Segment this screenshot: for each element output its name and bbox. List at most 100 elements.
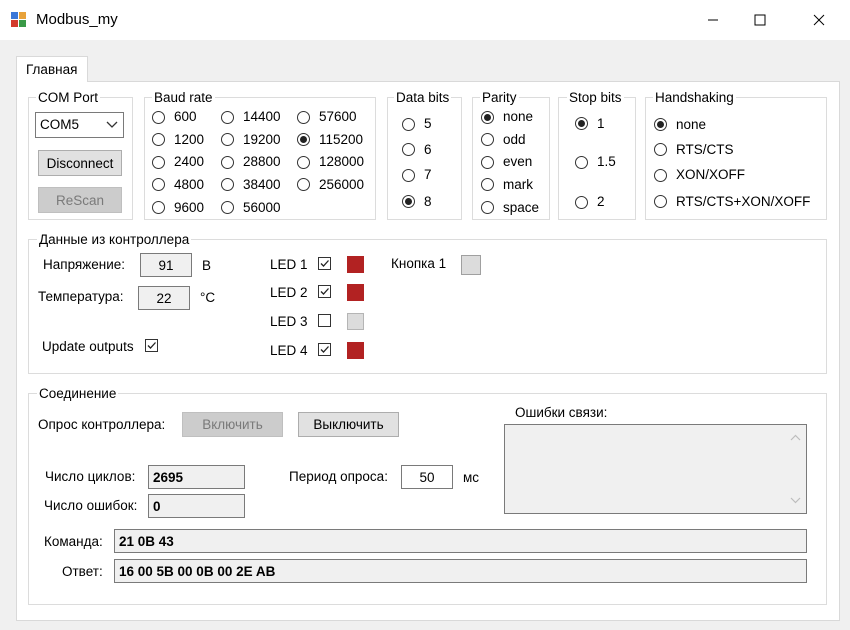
scroll-down-icon[interactable] <box>790 497 801 504</box>
checkmark-icon <box>320 346 329 353</box>
data-bits-radio-6[interactable] <box>402 143 415 156</box>
baud-rate-title: Baud rate <box>152 90 215 106</box>
maximize-button[interactable] <box>737 0 783 40</box>
com-port-title: COM Port <box>36 90 101 106</box>
baud-label-256000: 256000 <box>319 177 365 192</box>
baud-label-2400: 2400 <box>174 154 205 169</box>
baud-label-28800: 28800 <box>243 154 281 169</box>
data-bits-radio-5[interactable] <box>402 118 415 131</box>
chevron-down-icon <box>106 121 118 128</box>
errors-label: Ошибки связи: <box>515 405 608 420</box>
maximize-icon <box>754 14 766 26</box>
parity-label-odd: odd <box>503 132 526 147</box>
parity-radio-odd[interactable] <box>481 133 494 146</box>
led3-indicator <box>347 313 364 330</box>
parity-title: Parity <box>480 90 519 106</box>
led2-checkbox[interactable] <box>318 285 331 298</box>
cycles-value: 2695 <box>148 465 245 489</box>
disconnect-button[interactable]: Disconnect <box>38 150 122 176</box>
controller-data-title: Данные из контроллера <box>37 232 192 248</box>
parity-label-space: space <box>503 200 540 215</box>
parity-radio-even[interactable] <box>481 156 494 169</box>
baud-label-128000: 128000 <box>319 154 365 169</box>
stop-bits-label-1-5: 1.5 <box>597 154 616 169</box>
led1-checkbox[interactable] <box>318 257 331 270</box>
led4-indicator <box>347 342 364 359</box>
command-value: 21 0B 43 <box>114 529 807 553</box>
baud-radio-57600[interactable] <box>297 111 310 124</box>
baud-radio-4800[interactable] <box>152 178 165 191</box>
baud-label-57600: 57600 <box>319 109 357 124</box>
led2-indicator <box>347 284 364 301</box>
data-bits-label-5: 5 <box>424 116 432 131</box>
app-icon <box>11 12 27 28</box>
baud-radio-2400[interactable] <box>152 156 165 169</box>
checkmark-icon <box>320 288 329 295</box>
baud-label-56000: 56000 <box>243 200 281 215</box>
errors-textarea[interactable] <box>504 424 807 514</box>
period-input[interactable]: 50 <box>401 465 453 489</box>
handshaking-label-rts-cts-xon-xoff: RTS/CTS+XON/XOFF <box>676 194 811 209</box>
baud-label-115200: 115200 <box>319 132 364 147</box>
baud-radio-56000[interactable] <box>221 201 234 214</box>
checkmark-icon <box>320 260 329 267</box>
data-bits-title: Data bits <box>394 90 452 106</box>
led4-checkbox[interactable] <box>318 343 331 356</box>
baud-label-1200: 1200 <box>174 132 205 147</box>
close-icon <box>813 14 825 26</box>
rescan-button[interactable]: ReScan <box>38 187 122 213</box>
voltage-label: Напряжение: <box>43 257 126 272</box>
update-outputs-checkbox[interactable] <box>145 339 158 352</box>
answer-label: Ответ: <box>62 564 103 579</box>
handshaking-title: Handshaking <box>653 90 736 106</box>
baud-radio-19200[interactable] <box>221 133 234 146</box>
baud-radio-14400[interactable] <box>221 111 234 124</box>
data-bits-label-7: 7 <box>424 167 432 182</box>
poll-on-button[interactable]: Включить <box>182 412 283 437</box>
connection-title: Соединение <box>37 386 119 402</box>
baud-radio-115200[interactable] <box>297 133 310 146</box>
data-bits-radio-7[interactable] <box>402 169 415 182</box>
led3-label: LED 3 <box>270 314 308 329</box>
parity-radio-space[interactable] <box>481 201 494 214</box>
led2-label: LED 2 <box>270 285 308 300</box>
tab-main[interactable]: Главная <box>16 56 88 82</box>
handshaking-radio-none[interactable] <box>654 118 667 131</box>
temperature-unit: °C <box>200 290 216 305</box>
handshaking-radio-rts-cts-xon-xoff[interactable] <box>654 195 667 208</box>
parity-radio-none[interactable] <box>481 111 494 124</box>
com-port-select[interactable]: COM5 <box>35 112 124 138</box>
baud-radio-256000[interactable] <box>297 178 310 191</box>
minimize-button[interactable] <box>690 0 736 40</box>
stop-bits-label-1: 1 <box>597 116 605 131</box>
parity-radio-mark[interactable] <box>481 178 494 191</box>
baud-radio-1200[interactable] <box>152 133 165 146</box>
baud-radio-28800[interactable] <box>221 156 234 169</box>
stop-bits-title: Stop bits <box>567 90 624 106</box>
baud-radio-38400[interactable] <box>221 178 234 191</box>
stop-bits-label-2: 2 <box>597 194 605 209</box>
handshaking-radio-rts-cts[interactable] <box>654 143 667 156</box>
baud-radio-128000[interactable] <box>297 156 310 169</box>
handshaking-radio-xon-xoff[interactable] <box>654 169 667 182</box>
stop-bits-radio-1-5[interactable] <box>575 156 588 169</box>
button1-label: Кнопка 1 <box>391 256 447 271</box>
temperature-label: Температура: <box>38 289 124 304</box>
errors-scrollbar[interactable] <box>786 426 806 512</box>
baud-radio-600[interactable] <box>152 111 165 124</box>
stop-bits-radio-1[interactable] <box>575 117 588 130</box>
period-unit: мс <box>463 470 480 485</box>
baud-label-19200: 19200 <box>243 132 281 147</box>
stop-bits-radio-2[interactable] <box>575 196 588 209</box>
com-port-value: COM5 <box>40 117 80 132</box>
errors-count-label: Число ошибок: <box>44 498 138 513</box>
data-bits-radio-8[interactable] <box>402 195 415 208</box>
baud-radio-9600[interactable] <box>152 201 165 214</box>
led3-checkbox[interactable] <box>318 314 331 327</box>
close-button[interactable] <box>796 0 842 40</box>
checkmark-icon <box>147 342 156 349</box>
parity-label-even: even <box>503 154 533 169</box>
scroll-up-icon[interactable] <box>790 434 801 441</box>
data-bits-label-6: 6 <box>424 142 432 157</box>
poll-off-button[interactable]: Выключить <box>298 412 399 437</box>
